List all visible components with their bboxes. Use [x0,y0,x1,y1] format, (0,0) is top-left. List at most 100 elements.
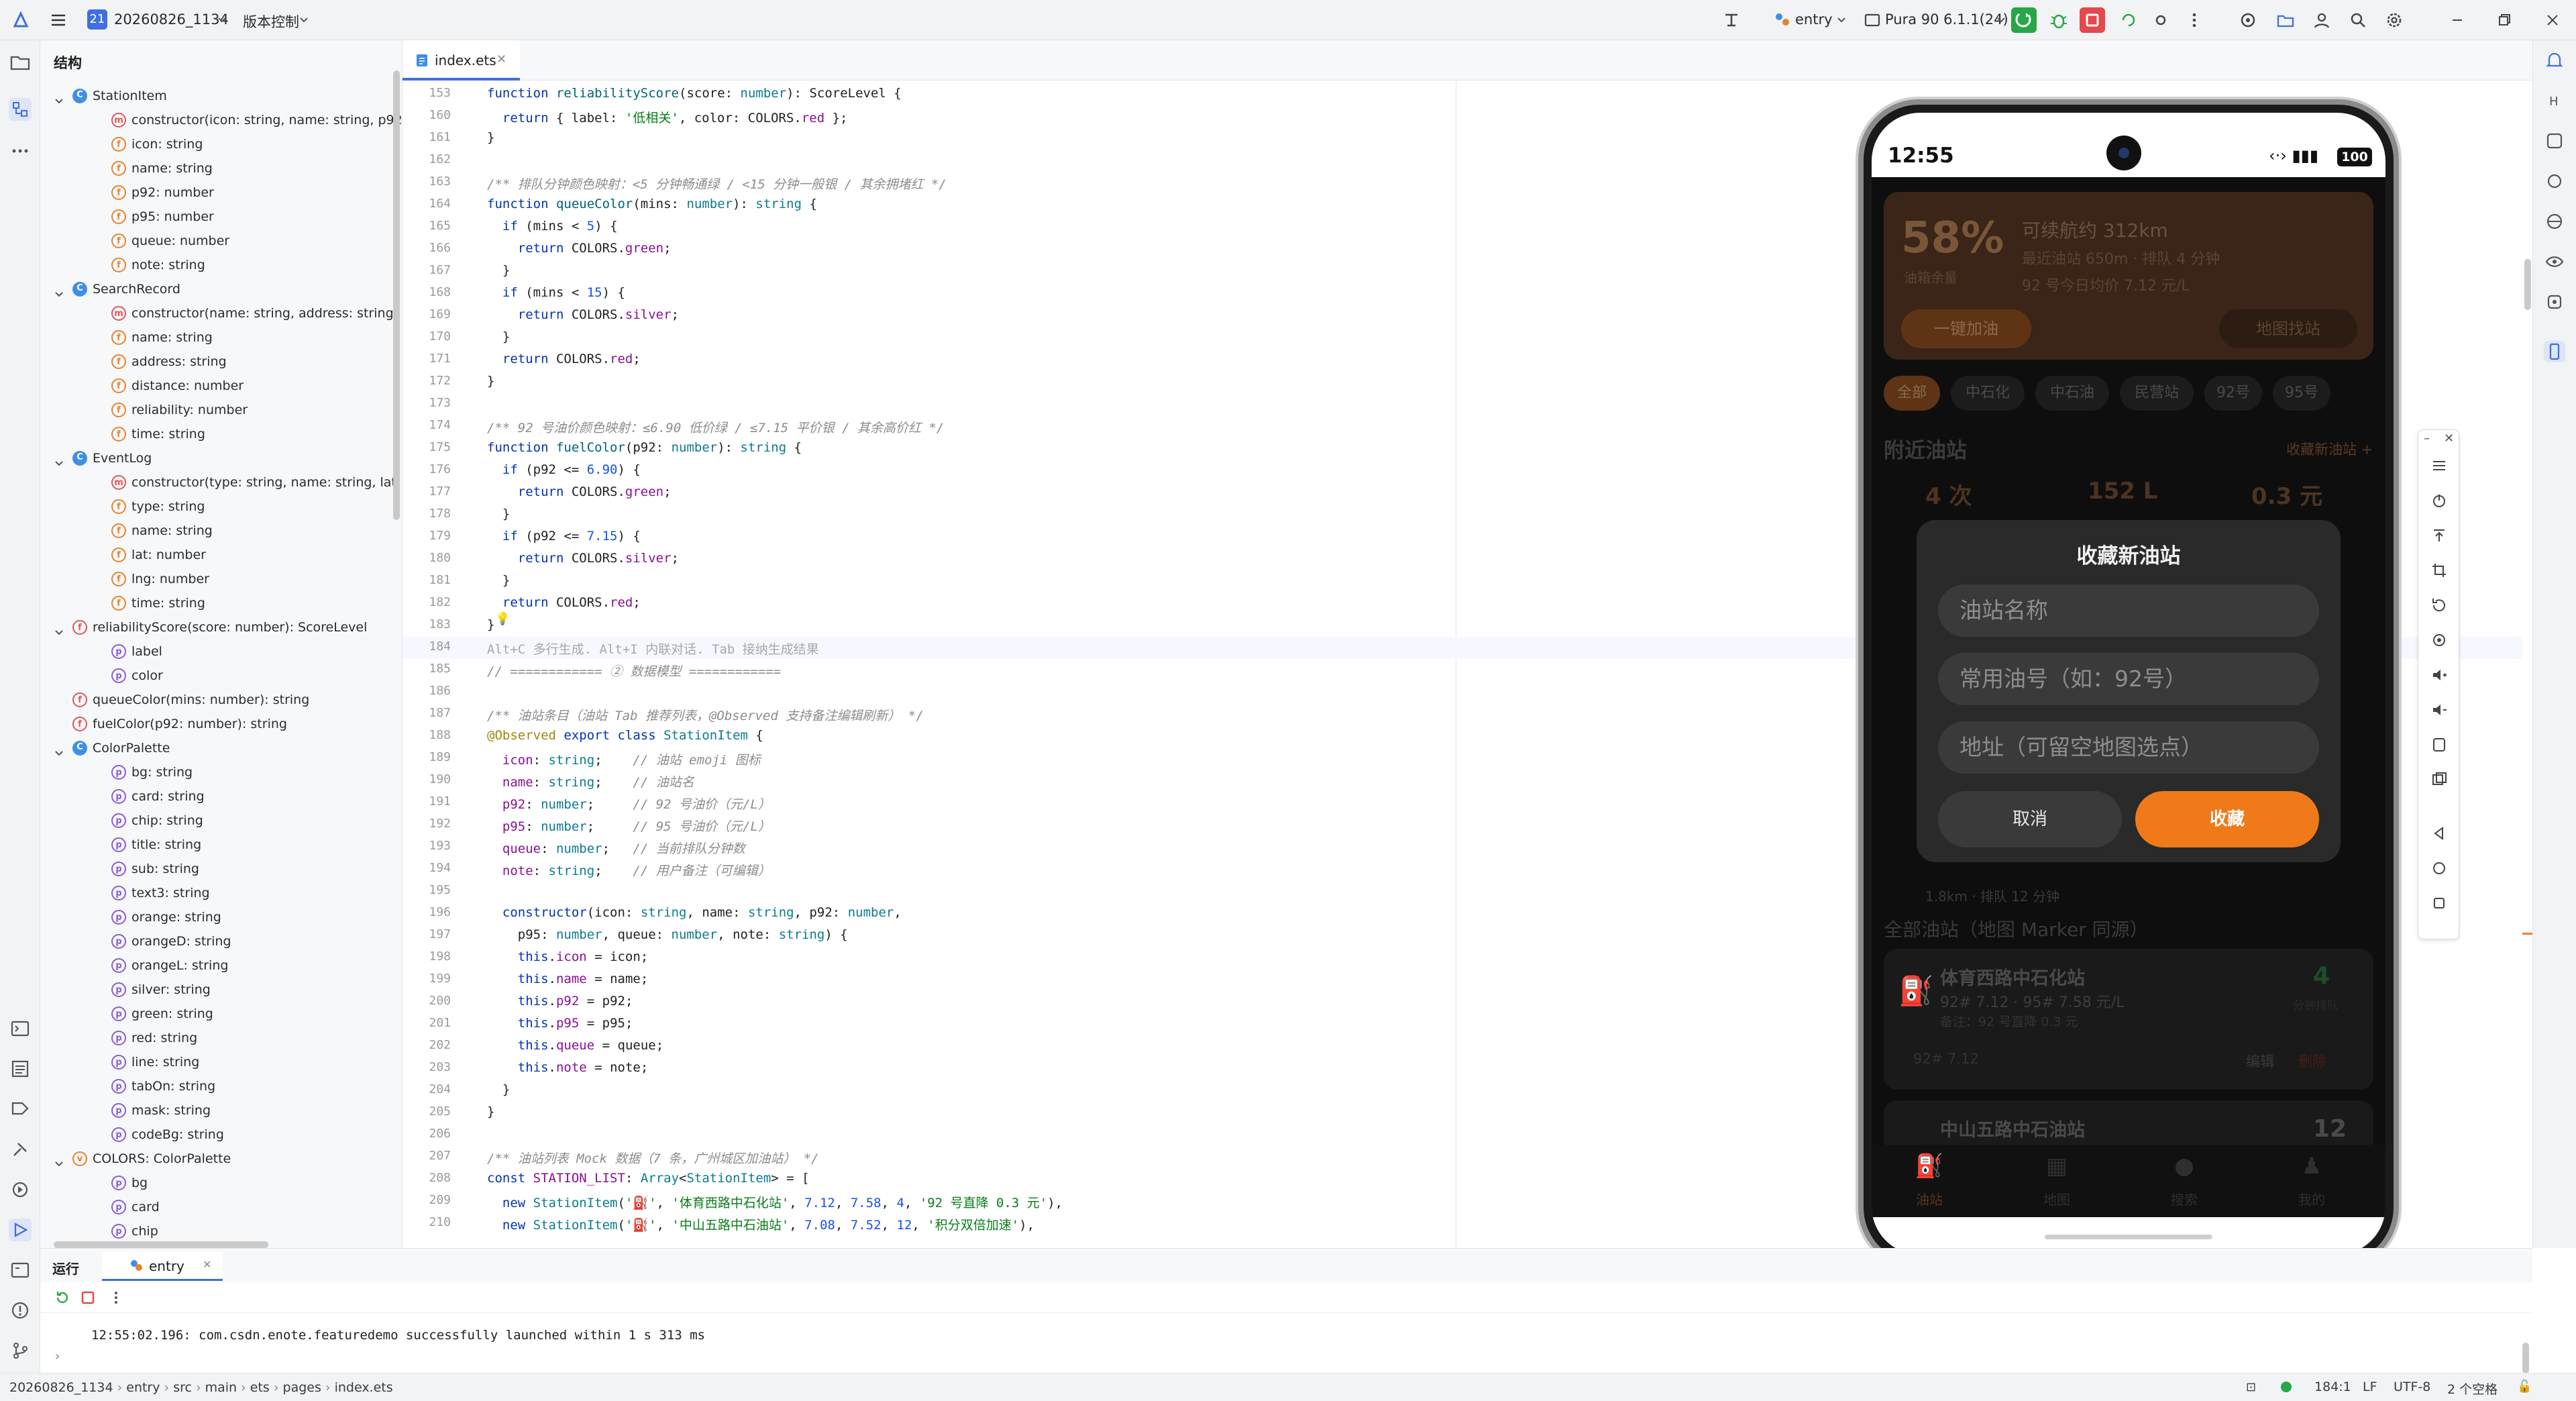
more-vertical-icon[interactable] [2184,10,2204,30]
code-line[interactable]: this.p95 = p95; [487,1016,633,1031]
code-line[interactable]: this.p92 = p92; [487,994,633,1008]
tree-item[interactable]: p tabOn: string [40,1074,402,1098]
breadcrumb-item[interactable]: ets [250,1380,270,1395]
chevron-down-icon[interactable] [1991,10,2005,30]
expand-arrow-icon[interactable] [54,453,64,466]
run-entry-tab[interactable]: entry ✕ [102,1251,223,1281]
address-input[interactable]: 地址（可留空地图选点） [1938,721,2319,774]
tree-item[interactable]: p card [40,1195,402,1219]
hot-reload-icon[interactable] [2118,10,2139,30]
device-manager-icon[interactable] [2544,291,2565,313]
settings-gear-icon[interactable] [2384,10,2404,30]
tree-item[interactable]: C StationItem [40,84,402,108]
file-encoding[interactable]: UTF-8 [2394,1380,2430,1394]
codegenie-icon[interactable] [2544,130,2565,152]
tab-close-icon[interactable]: ✕ [496,52,506,66]
filter-chip[interactable]: 全部 [1884,376,1940,411]
code-line[interactable]: // ============ ② 数据模型 ============ [487,662,781,680]
more-horizontal-icon[interactable] [9,140,32,162]
tree-item[interactable]: p line: string [40,1050,402,1074]
tree-item[interactable]: f time: string [40,422,402,446]
code-line[interactable]: } [487,374,494,388]
tab-index-ets[interactable]: index.ets ✕ [402,40,520,81]
more-vertical-icon[interactable] [107,1289,125,1306]
breadcrumb-item[interactable]: pages [283,1380,321,1395]
tree-item[interactable]: f time: string [40,591,402,615]
device-select[interactable]: Pura 90 6.1.1(24) [1885,11,2008,28]
tree-item[interactable]: p bg: string [40,760,402,784]
code-line[interactable]: function fuelColor(p92: number): string … [487,440,802,455]
code-line[interactable]: } [487,263,510,278]
status-ok-icon[interactable] [2281,1382,2292,1392]
tree-item[interactable]: f reliability: number [40,398,402,422]
stop-run-icon[interactable] [79,1289,97,1306]
vcs-menu[interactable]: 版本控制 [243,11,299,32]
tree-item[interactable]: f p92: number [40,180,402,205]
tree-item[interactable]: f name: string [40,325,402,350]
terminal-tab-icon[interactable] [9,1017,32,1040]
chevron-down-icon[interactable] [212,10,226,30]
station-1-edit[interactable]: 编辑 [2246,1051,2274,1071]
tree-item[interactable]: f distance: number [40,374,402,398]
code-line[interactable]: if (mins < 15) { [487,285,625,300]
account-icon[interactable] [2312,10,2332,30]
code-line[interactable]: constructor(icon: string, name: string, … [487,905,902,920]
tree-item[interactable]: p title: string [40,833,402,857]
fuel-type-input[interactable]: 常用油号（如：92号） [1938,653,2319,705]
code-line[interactable]: return COLORS.green; [487,484,672,499]
code-line[interactable]: this.name = name; [487,972,649,986]
code-line[interactable]: p95: number, queue: number, note: string… [487,927,848,942]
line-separator[interactable]: LF [2363,1380,2377,1394]
debug-icon[interactable] [2049,10,2069,30]
filter-chip[interactable]: 92号 [2204,376,2262,411]
main-menu-icon[interactable] [48,10,68,30]
filter-chip[interactable]: 民营站 [2120,376,2194,411]
minimize-icon[interactable] [2447,10,2467,30]
tree-item[interactable]: p label [40,639,402,664]
tree-item[interactable]: f note: string [40,253,402,277]
station-card-1[interactable]: ⛽ 体育西路中石化站 92# 7.12 · 95# 7.58 元/L 备注：92… [1884,949,2373,1090]
fav-new-link[interactable]: 收藏新油站 + [2286,439,2373,459]
tree-item[interactable]: f icon: string [40,132,402,156]
problems-icon[interactable] [9,1299,32,1322]
code-sync-icon[interactable]: ⊡ [2246,1380,2256,1394]
expand-arrow-icon[interactable] [54,284,64,297]
nav-item[interactable]: ▦ 地图 [2010,1145,2104,1217]
tree-item[interactable]: p color [40,664,402,688]
tree-item[interactable]: f queueColor(mins: number): string [40,688,402,712]
tree-item[interactable]: p orangeD: string [40,929,402,953]
tree-item[interactable]: p silver: string [40,978,402,1002]
breadcrumb-item[interactable]: main [205,1380,237,1395]
tree-item[interactable]: f name: string [40,519,402,543]
location-icon[interactable] [2430,631,2448,649]
tree-item[interactable]: m constructor(type: string, name: string,… [40,470,402,495]
confirm-favorite-button[interactable]: 收藏 [2135,791,2319,847]
tree-item[interactable]: f address: string [40,350,402,374]
bulb-icon[interactable]: 💡 [495,612,510,626]
code-line[interactable]: return COLORS.silver; [487,551,679,566]
tree-item[interactable]: p chip: string [40,809,402,833]
breadcrumb-item[interactable]: entry [126,1380,160,1395]
code-line[interactable]: return COLORS.green; [487,241,672,256]
expand-arrow-icon[interactable] [54,743,64,756]
indent-setting[interactable]: 2 个空格 [2447,1380,2498,1398]
nav-item[interactable]: ♟ 我的 [2265,1145,2359,1217]
code-line[interactable]: /** 排队分钟颜色映射：<5 分钟畅通绿 / <15 分钟一般银 / 其余拥堵… [487,174,947,193]
code-line[interactable]: if (p92 <= 6.90) { [487,462,641,477]
tree-item[interactable]: C SearchRecord [40,277,402,301]
code-line[interactable]: name: string; // 油站名 [487,772,694,790]
tree-item[interactable]: p sub: string [40,857,402,881]
tree-item[interactable]: p codeBg: string [40,1123,402,1147]
run-tab-title[interactable]: 运行 [52,1258,79,1278]
tree-item[interactable]: f lat: number [40,543,402,567]
restore-icon[interactable] [2494,10,2514,30]
screenshot-icon[interactable] [2430,736,2448,754]
tree-item[interactable]: m constructor(icon: string, name: string,… [40,108,402,132]
one-tap-refuel-button[interactable]: 一键加油 [1901,309,2031,348]
breadcrumb-item[interactable]: 20260826_1134 [9,1380,113,1395]
home-icon[interactable] [2430,860,2448,877]
tree-h-scrollbar[interactable] [54,1241,268,1248]
project-folder-icon[interactable] [9,51,32,74]
code-line[interactable]: function queueColor(mins: number): strin… [487,197,817,211]
volume-down-icon[interactable] [2430,701,2448,719]
